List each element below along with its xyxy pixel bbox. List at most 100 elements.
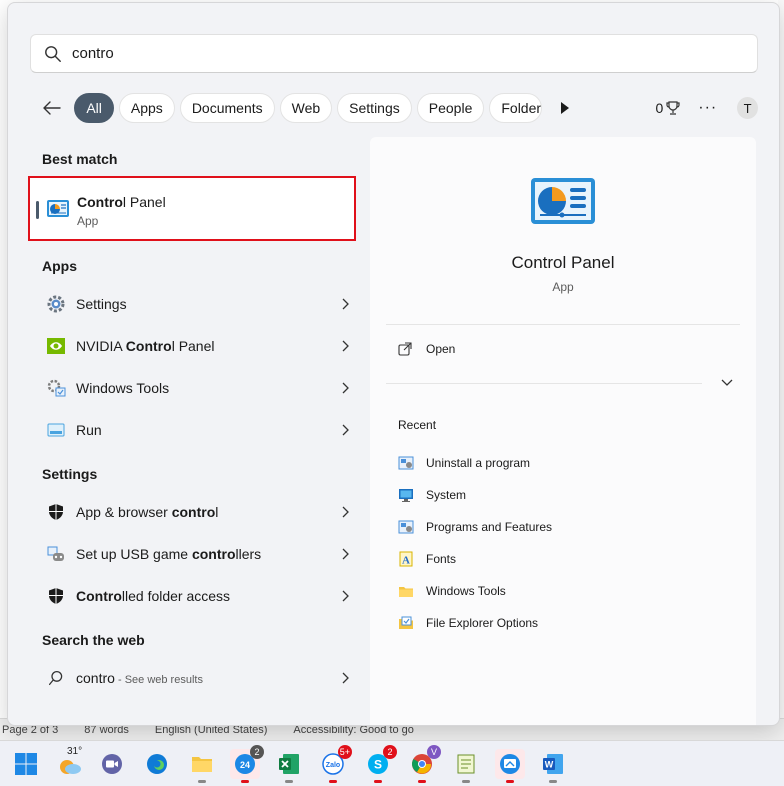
avatar[interactable]: T — [737, 97, 758, 119]
search-box[interactable] — [30, 34, 758, 73]
chevron-right-icon — [342, 340, 349, 352]
svg-text:S: S — [374, 758, 382, 772]
meet-icon — [102, 754, 122, 774]
notification-badge: 2 — [250, 745, 264, 759]
taskbar-skype[interactable]: S 2 — [363, 745, 397, 783]
filter-bar: All Apps Documents Web Settings People F… — [38, 91, 758, 125]
setting-item-label: Controlled folder access — [76, 588, 231, 604]
trophy-icon — [666, 101, 680, 115]
more-filters-button[interactable] — [555, 93, 576, 123]
fonts-icon: A — [399, 551, 413, 567]
taskbar-chrome[interactable]: V — [407, 745, 441, 783]
filter-chip-all[interactable]: All — [74, 93, 114, 123]
back-button[interactable] — [38, 93, 66, 123]
setting-item-controlled-folder-access[interactable]: Controlled folder access — [38, 576, 356, 616]
taskbar-teams[interactable] — [97, 749, 127, 779]
best-match-subtitle: App — [77, 214, 99, 228]
web-search-result[interactable]: contro - See web results — [38, 658, 356, 698]
taskbar-weather[interactable]: 31° — [55, 746, 85, 779]
points-value: 0 — [655, 100, 664, 116]
recent-item-programs-features[interactable]: Programs and Features — [398, 519, 552, 535]
taskbar-remote-app[interactable] — [495, 749, 525, 783]
app-item-windows-tools[interactable]: Windows Tools — [38, 368, 356, 408]
app-item-nvidia-control-panel[interactable]: NVIDIA Control Panel — [38, 326, 356, 366]
app-item-settings[interactable]: Settings — [38, 284, 356, 324]
svg-text:W: W — [545, 760, 554, 770]
app-item-label: Run — [76, 422, 102, 438]
folder-options-icon — [399, 616, 413, 629]
running-indicator — [329, 780, 337, 783]
recent-item-uninstall-program[interactable]: Uninstall a program — [398, 455, 530, 471]
remote-desktop-icon — [500, 754, 520, 774]
search-input[interactable] — [72, 45, 672, 62]
filter-chip-folders[interactable]: Folders — [489, 93, 542, 123]
game-controller-icon — [46, 544, 66, 564]
rewards-points[interactable]: 0 — [655, 100, 680, 116]
programs-icon — [398, 456, 414, 470]
open-action[interactable]: Open — [398, 342, 455, 356]
recent-item-file-explorer-options[interactable]: File Explorer Options — [398, 615, 538, 631]
preview-subtitle: App — [552, 280, 574, 294]
taskbar-edge[interactable] — [142, 749, 172, 779]
running-indicator — [462, 780, 470, 783]
taskbar-word[interactable]: W — [538, 749, 568, 783]
app-item-label: Settings — [76, 296, 127, 312]
setting-item-usb-game-controllers[interactable]: Set up USB game controllers — [38, 534, 356, 574]
recent-item-system[interactable]: System — [398, 487, 466, 503]
apps-heading: Apps — [42, 258, 77, 274]
running-indicator — [241, 780, 249, 783]
taskbar-file-explorer[interactable] — [187, 749, 217, 783]
best-match-title: Control Panel — [77, 194, 166, 210]
app-item-label: Windows Tools — [76, 380, 170, 396]
chevron-right-icon — [342, 672, 349, 684]
filter-chip-web[interactable]: Web — [279, 93, 333, 123]
open-external-icon — [398, 342, 412, 356]
filter-chip-people[interactable]: People — [416, 93, 485, 123]
setting-item-app-browser-control[interactable]: App & browser control — [38, 492, 356, 532]
programs-icon — [398, 520, 414, 534]
viber-badge: V — [427, 745, 441, 759]
chevron-right-icon — [342, 382, 349, 394]
taskbar-app-24h[interactable]: 24 2 — [230, 745, 264, 783]
app-item-run[interactable]: Run — [38, 410, 356, 450]
recent-heading: Recent — [398, 418, 437, 432]
run-icon — [46, 420, 66, 440]
settings-heading: Settings — [42, 466, 98, 482]
edge-icon — [147, 754, 167, 774]
chevron-right-icon — [342, 548, 349, 560]
app-item-label: NVIDIA Control Panel — [76, 338, 215, 354]
start-button[interactable] — [11, 749, 41, 779]
monitor-icon — [399, 489, 413, 502]
divider — [386, 324, 740, 325]
folder-icon — [399, 587, 413, 597]
svg-text:A: A — [402, 555, 410, 567]
chevron-right-icon — [342, 590, 349, 602]
more-options-icon[interactable]: ··· — [698, 99, 717, 117]
open-label: Open — [426, 342, 456, 356]
notification-badge: 2 — [383, 745, 397, 759]
taskbar-excel[interactable] — [274, 749, 304, 783]
web-search-label: contro - See web results — [76, 670, 203, 686]
filter-chip-documents[interactable]: Documents — [179, 93, 275, 123]
setting-item-label: Set up USB game controllers — [76, 546, 262, 562]
running-indicator — [374, 780, 382, 783]
chevron-down-icon[interactable] — [720, 377, 734, 389]
best-match-control-panel[interactable]: Control Panel App — [28, 176, 356, 241]
taskbar-notepad[interactable] — [451, 749, 481, 783]
search-web-heading: Search the web — [42, 632, 145, 648]
recent-item-fonts[interactable]: A Fonts — [398, 551, 456, 567]
best-match-heading: Best match — [42, 151, 118, 167]
running-indicator — [418, 780, 426, 783]
arrow-left-icon — [43, 101, 61, 115]
notepad-icon — [457, 754, 475, 774]
chevron-right-icon — [342, 506, 349, 518]
filter-chip-settings[interactable]: Settings — [337, 93, 412, 123]
filter-chip-apps[interactable]: Apps — [118, 93, 175, 123]
gear-icon — [46, 294, 66, 314]
chevron-right-icon — [342, 424, 349, 436]
weather-temperature: 31° — [67, 746, 83, 757]
folder-icon — [192, 757, 212, 772]
taskbar-zalo[interactable]: Zalo 5+ — [318, 745, 352, 783]
svg-text:24: 24 — [240, 760, 250, 770]
recent-item-windows-tools[interactable]: Windows Tools — [398, 583, 506, 599]
